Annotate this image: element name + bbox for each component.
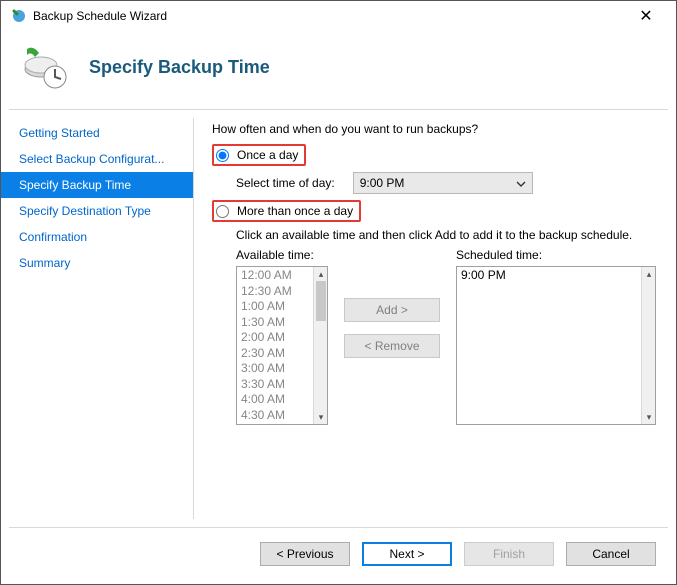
list-item[interactable]: 4:00 AM: [241, 392, 313, 408]
remove-button[interactable]: < Remove: [344, 334, 440, 358]
scrollbar[interactable]: ▴ ▾: [313, 267, 327, 424]
available-listbox[interactable]: 12:00 AM12:30 AM1:00 AM1:30 AM2:00 AM2:3…: [236, 266, 328, 425]
list-item[interactable]: 12:30 AM: [241, 284, 313, 300]
scroll-up-icon[interactable]: ▴: [642, 267, 656, 281]
scroll-down-icon[interactable]: ▾: [314, 410, 328, 424]
time-select-label: Select time of day:: [236, 176, 335, 190]
radio-once-input[interactable]: [216, 149, 229, 162]
list-item[interactable]: 1:30 AM: [241, 315, 313, 331]
radio-multi-input[interactable]: [216, 205, 229, 218]
scroll-thumb[interactable]: [316, 281, 326, 321]
available-label: Available time:: [236, 248, 328, 262]
app-icon: [11, 8, 27, 24]
list-item[interactable]: 2:30 AM: [241, 346, 313, 362]
finish-button[interactable]: Finish: [464, 542, 554, 566]
prompt-text: How often and when do you want to run ba…: [212, 122, 656, 136]
list-item[interactable]: 3:30 AM: [241, 377, 313, 393]
wizard-window: Backup Schedule Wizard ✕ Specify Backup …: [0, 0, 677, 585]
header: Specify Backup Time: [1, 31, 676, 109]
available-column: Available time: 12:00 AM12:30 AM1:00 AM1…: [236, 248, 328, 425]
radio-multi-label: More than once a day: [237, 204, 353, 218]
scrollbar[interactable]: ▴ ▾: [641, 267, 655, 424]
time-of-day-select[interactable]: 9:00 PM: [353, 172, 533, 194]
sidebar-item-label: Confirmation: [19, 230, 87, 244]
page-title: Specify Backup Time: [89, 57, 270, 78]
sidebar-item-select-config[interactable]: Select Backup Configurat...: [1, 146, 193, 172]
sidebar-item-label: Specify Destination Type: [19, 204, 151, 218]
next-button[interactable]: Next >: [362, 542, 452, 566]
scheduled-listbox[interactable]: 9:00 PM ▴ ▾: [456, 266, 656, 425]
sidebar-item-label: Summary: [19, 256, 70, 270]
titlebar: Backup Schedule Wizard ✕: [1, 1, 676, 31]
footer: < Previous Next > Finish Cancel: [1, 528, 676, 584]
sidebar-item-summary[interactable]: Summary: [1, 250, 193, 276]
sidebar-item-confirmation[interactable]: Confirmation: [1, 224, 193, 250]
sidebar-item-label: Specify Backup Time: [19, 178, 131, 192]
content-pane: How often and when do you want to run ba…: [194, 110, 676, 527]
wizard-icon: [21, 43, 69, 91]
sidebar-item-destination[interactable]: Specify Destination Type: [1, 198, 193, 224]
sidebar-item-getting-started[interactable]: Getting Started: [1, 120, 193, 146]
body: Getting Started Select Backup Configurat…: [1, 110, 676, 527]
sidebar-item-label: Getting Started: [19, 126, 100, 140]
time-lists: Available time: 12:00 AM12:30 AM1:00 AM1…: [236, 248, 656, 425]
transfer-buttons: Add > < Remove: [344, 298, 440, 358]
time-select-row: Select time of day: 9:00 PM: [236, 172, 656, 194]
list-item[interactable]: 3:00 AM: [241, 361, 313, 377]
instruction-text: Click an available time and then click A…: [236, 228, 656, 242]
chevron-down-icon: [516, 176, 526, 190]
scheduled-column: Scheduled time: 9:00 PM ▴ ▾: [456, 248, 656, 425]
scheduled-items: 9:00 PM: [457, 267, 641, 424]
cancel-button[interactable]: Cancel: [566, 542, 656, 566]
radio-once-label: Once a day: [237, 148, 298, 162]
scroll-up-icon[interactable]: ▴: [314, 267, 328, 281]
sidebar-item-label: Select Backup Configurat...: [19, 152, 164, 166]
scroll-down-icon[interactable]: ▾: [642, 410, 656, 424]
list-item[interactable]: 9:00 PM: [461, 268, 641, 284]
list-item[interactable]: 1:00 AM: [241, 299, 313, 315]
add-button[interactable]: Add >: [344, 298, 440, 322]
list-item[interactable]: 2:00 AM: [241, 330, 313, 346]
list-item[interactable]: 4:30 AM: [241, 408, 313, 424]
sidebar-item-specify-time[interactable]: Specify Backup Time: [1, 172, 193, 198]
window-title: Backup Schedule Wizard: [33, 9, 626, 23]
radio-once-a-day[interactable]: Once a day: [212, 144, 306, 166]
time-of-day-value: 9:00 PM: [360, 176, 405, 190]
previous-button[interactable]: < Previous: [260, 542, 350, 566]
list-item[interactable]: 12:00 AM: [241, 268, 313, 284]
close-button[interactable]: ✕: [626, 6, 666, 26]
sidebar: Getting Started Select Backup Configurat…: [1, 110, 193, 527]
radio-more-than-once[interactable]: More than once a day: [212, 200, 361, 222]
available-items: 12:00 AM12:30 AM1:00 AM1:30 AM2:00 AM2:3…: [237, 267, 313, 424]
scheduled-label: Scheduled time:: [456, 248, 656, 262]
